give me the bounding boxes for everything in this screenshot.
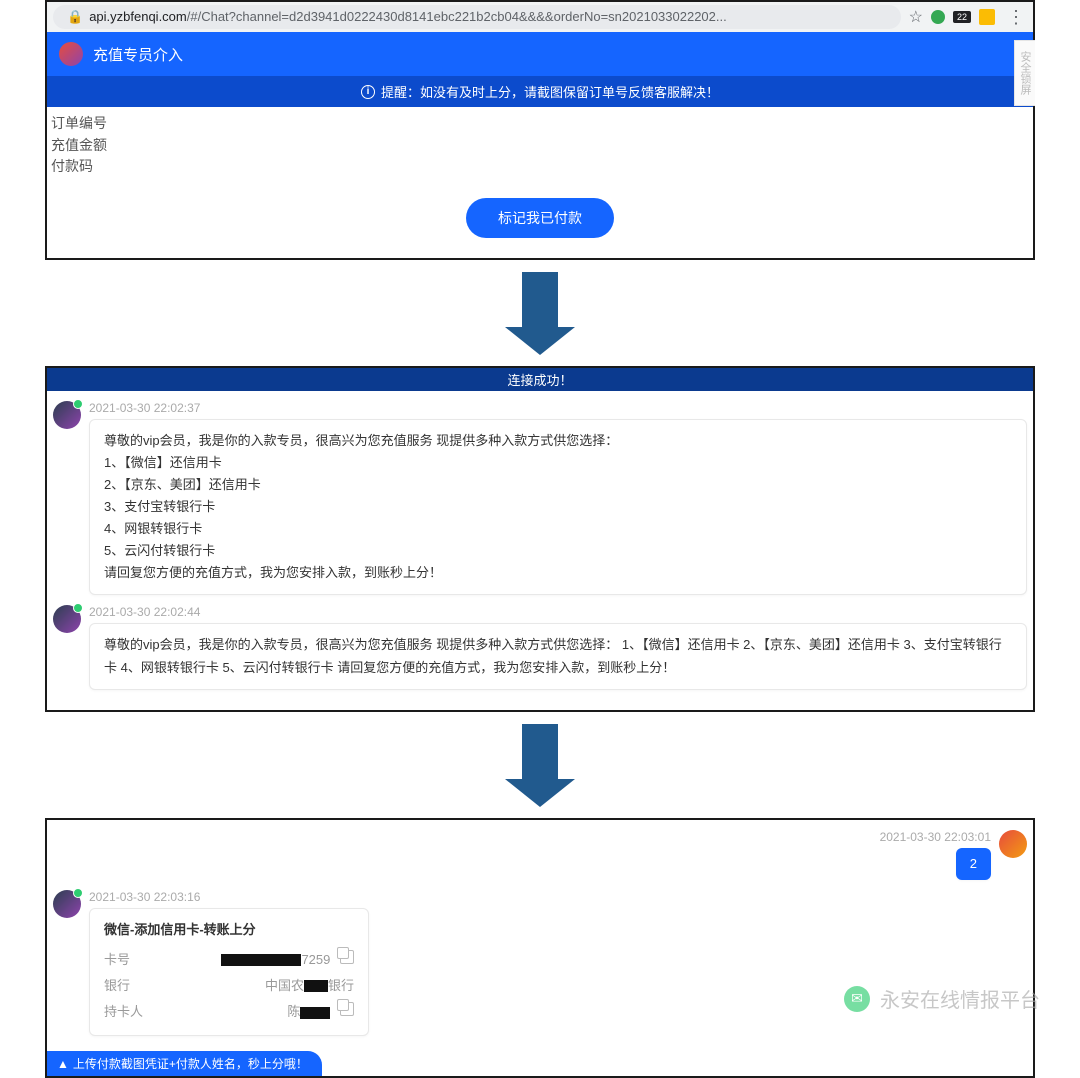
- chat-message-user: 2021-03-30 22:03:01 2: [53, 830, 1027, 880]
- user-message-bubble: 2: [956, 848, 991, 880]
- extension-badge: 22: [953, 11, 971, 23]
- chat-message: 2021-03-30 22:02:37 尊敬的vip会员，我是你的入款专员，很高…: [53, 401, 1027, 596]
- card-no-label: 卡号: [104, 949, 130, 971]
- flow-arrow-icon: [522, 272, 558, 327]
- payment-panel: 🔒 api.yzbfenqi.com /#/Chat?channel=d2d39…: [45, 0, 1035, 260]
- order-paycode-label: 付款码: [51, 156, 1029, 178]
- copy-icon[interactable]: [340, 950, 354, 964]
- bank-label: 银行: [104, 975, 130, 997]
- bank-value: 中国农银行: [265, 975, 354, 997]
- card-no-row: 卡号 7259: [104, 947, 354, 973]
- upload-hint-text: 上传付款截图凭证+付款人姓名，秒上分哦！: [73, 1055, 308, 1072]
- warning-icon: ▲: [57, 1057, 69, 1071]
- extension-icon-2[interactable]: [979, 9, 995, 25]
- copy-icon[interactable]: [340, 1002, 354, 1016]
- upload-hint-pill[interactable]: ▲ 上传付款截图凭证+付款人姓名，秒上分哦！: [47, 1051, 322, 1076]
- order-no-label: 订单编号: [51, 113, 1029, 135]
- message-timestamp: 2021-03-30 22:03:01: [880, 830, 991, 844]
- browser-actions: ☆ 22 ⋮: [909, 7, 1027, 28]
- card-no-value: 7259: [221, 949, 354, 971]
- chat-panel-2: 2021-03-30 22:03:01 2 2021-03-30 22:03:1…: [45, 818, 1035, 1078]
- flow-arrow-icon: [522, 724, 558, 779]
- holder-value: 陈: [287, 1001, 354, 1023]
- message-bubble: 尊敬的vip会员，我是你的入款专员，很高兴为您充值服务 现提供多种入款方式供您选…: [89, 623, 1027, 689]
- browser-bar: 🔒 api.yzbfenqi.com /#/Chat?channel=d2d39…: [47, 2, 1033, 32]
- redacted: [221, 954, 301, 966]
- url-bar[interactable]: 🔒 api.yzbfenqi.com /#/Chat?channel=d2d39…: [53, 5, 901, 29]
- side-tab[interactable]: 安全锁屏: [1014, 40, 1035, 106]
- notice-bar: i 提醒：如没有及时上分，请截图保留订单号反馈客服解决！: [47, 76, 1033, 107]
- order-info: 订单编号 充值金额 付款码: [47, 107, 1033, 180]
- menu-dots-icon[interactable]: ⋮: [1007, 7, 1023, 28]
- avatar: [59, 42, 83, 66]
- redacted: [300, 1007, 330, 1019]
- chat-panel-1: 连接成功！ 2021-03-30 22:02:37 尊敬的vip会员，我是你的入…: [45, 366, 1035, 712]
- page-title: 充值专员介入: [93, 44, 183, 65]
- card-info-bubble: 微信-添加信用卡-转账上分 卡号 7259 银行 中国农银行: [89, 908, 369, 1036]
- message-timestamp: 2021-03-30 22:02:44: [89, 605, 1027, 619]
- user-avatar: [999, 830, 1027, 858]
- redacted: [304, 980, 328, 992]
- chat-message: 2021-03-30 22:03:16 微信-添加信用卡-转账上分 卡号 725…: [53, 890, 1027, 1036]
- extension-icon-1[interactable]: [931, 10, 945, 24]
- notice-text: 提醒：如没有及时上分，请截图保留订单号反馈客服解决！: [381, 82, 719, 101]
- holder-label: 持卡人: [104, 1001, 143, 1023]
- info-icon: i: [361, 85, 375, 99]
- page-title-bar: 充值专员介入: [47, 32, 1033, 76]
- url-host: api.yzbfenqi.com: [89, 5, 187, 29]
- holder-row: 持卡人 陈: [104, 999, 354, 1025]
- order-amount-label: 充值金额: [51, 135, 1029, 157]
- agent-avatar: [53, 401, 81, 429]
- card-title: 微信-添加信用卡-转账上分: [104, 919, 354, 941]
- mark-paid-button[interactable]: 标记我已付款: [466, 198, 614, 238]
- url-path: /#/Chat?channel=d2d3941d0222430d8141ebc2…: [187, 5, 727, 29]
- agent-avatar: [53, 890, 81, 918]
- message-bubble: 尊敬的vip会员，我是你的入款专员，很高兴为您充值服务 现提供多种入款方式供您选…: [89, 419, 1027, 596]
- bank-row: 银行 中国农银行: [104, 973, 354, 999]
- https-icon: 🔒: [67, 5, 83, 29]
- message-timestamp: 2021-03-30 22:02:37: [89, 401, 1027, 415]
- message-timestamp: 2021-03-30 22:03:16: [89, 890, 1027, 904]
- chat-status-header: 连接成功！: [47, 368, 1033, 391]
- chat-message: 2021-03-30 22:02:44 尊敬的vip会员，我是你的入款专员，很高…: [53, 605, 1027, 689]
- star-icon[interactable]: ☆: [909, 7, 923, 27]
- agent-avatar: [53, 605, 81, 633]
